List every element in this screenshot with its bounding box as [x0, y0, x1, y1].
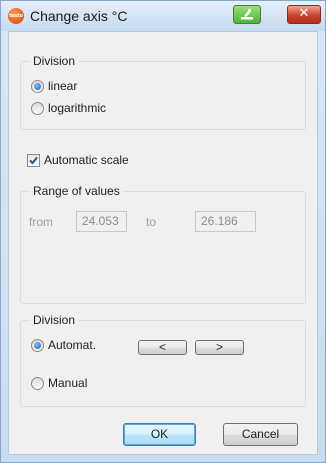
- manual-radio[interactable]: [31, 377, 44, 390]
- pin-icon: [241, 9, 253, 20]
- manual-label[interactable]: Manual: [48, 376, 87, 390]
- automatic-scale-checkbox[interactable]: [27, 154, 40, 167]
- window-title: Change axis °C: [30, 8, 128, 24]
- logarithmic-label[interactable]: logarithmic: [48, 101, 106, 115]
- from-label: from: [29, 215, 53, 229]
- previous-button[interactable]: <: [138, 340, 187, 355]
- dialog-window: testo Change axis °C ✕ Division linear l…: [0, 0, 326, 463]
- automat-radio[interactable]: [31, 339, 44, 352]
- dialog-body: Division linear logarithmic Automatic sc…: [8, 31, 318, 455]
- range-of-values-legend: Range of values: [30, 184, 123, 198]
- restore-button[interactable]: [233, 5, 261, 24]
- division-ticks-legend: Division: [30, 313, 79, 327]
- title-bar[interactable]: testo Change axis °C ✕: [1, 1, 325, 31]
- linear-label[interactable]: linear: [48, 79, 77, 93]
- division-scale-legend: Division: [30, 54, 79, 68]
- testo-logo-icon: testo: [8, 8, 24, 24]
- automat-label[interactable]: Automat.: [48, 338, 96, 352]
- next-button[interactable]: >: [195, 340, 244, 355]
- division-ticks-group: Division Automat. < > Manual: [20, 313, 306, 407]
- ok-button[interactable]: OK: [123, 423, 196, 446]
- division-scale-group: Division linear logarithmic: [20, 54, 306, 130]
- checkmark-icon: [29, 156, 38, 165]
- cancel-button[interactable]: Cancel: [223, 423, 298, 446]
- logarithmic-radio[interactable]: [31, 102, 44, 115]
- to-label: to: [146, 215, 157, 229]
- from-value-input[interactable]: 24.053: [76, 211, 127, 232]
- to-value-input[interactable]: 26.186: [195, 211, 256, 232]
- automatic-scale-label[interactable]: Automatic scale: [44, 153, 129, 167]
- range-of-values-group: Range of values from 24.053 to 26.186: [20, 184, 306, 304]
- linear-radio[interactable]: [31, 80, 44, 93]
- close-button[interactable]: ✕: [287, 5, 321, 24]
